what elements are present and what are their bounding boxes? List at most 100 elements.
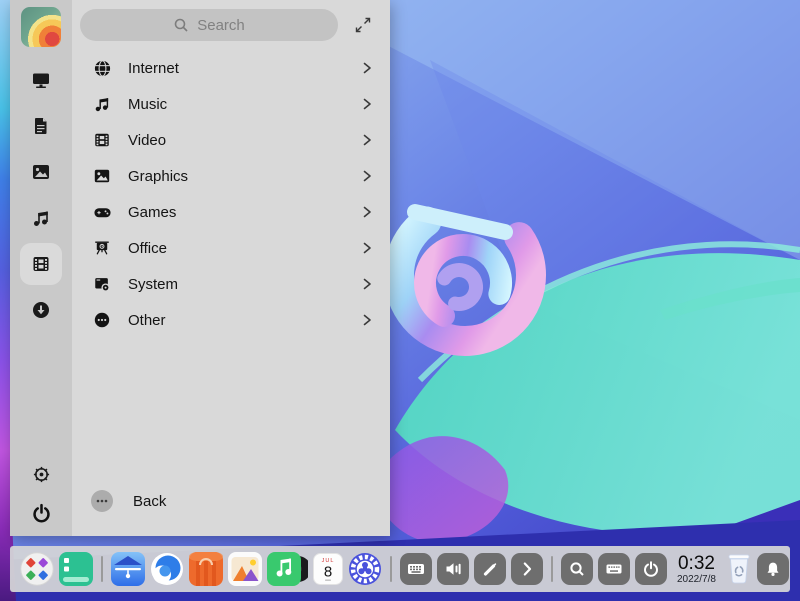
ellipsis-circle-icon (92, 310, 112, 330)
expand-icon (353, 15, 373, 35)
photos-button[interactable] (228, 552, 262, 586)
file-manager-icon (111, 552, 145, 586)
category-item-office[interactable]: Office (72, 230, 390, 266)
category-item-music[interactable]: Music (72, 86, 390, 122)
sidebar-item-computer[interactable] (20, 59, 62, 101)
launcher-settings-button[interactable] (26, 459, 56, 489)
chevron-right-icon (360, 313, 374, 327)
trash-icon (726, 554, 752, 584)
system-window-icon (92, 274, 112, 294)
browser-icon (150, 552, 184, 586)
chevron-right-icon (360, 241, 374, 255)
power-icon (642, 560, 660, 578)
search-icon (173, 17, 189, 33)
desktop: Search (0, 0, 800, 601)
chevron-right-icon (360, 169, 374, 183)
clock[interactable]: 0:32 2022/7/8 (677, 554, 716, 585)
trash-button[interactable] (726, 554, 752, 584)
category-item-games[interactable]: Games (72, 194, 390, 230)
expand-tray-button[interactable] (511, 553, 543, 585)
search-input[interactable]: Search (80, 9, 338, 41)
multitasking-view-icon (59, 552, 93, 586)
launcher-panel: Search (10, 0, 390, 536)
volume-icon (444, 560, 462, 578)
taskbar: JUL 8 (10, 546, 790, 592)
browser-button[interactable] (150, 552, 184, 586)
app-store-icon (189, 552, 223, 586)
clock-date: 2022/7/8 (677, 574, 716, 585)
globe-icon (92, 58, 112, 78)
chevron-right-icon (518, 560, 536, 578)
notifications-button[interactable] (757, 553, 789, 585)
back-button[interactable]: Back (91, 490, 166, 512)
grand-search-button[interactable] (561, 553, 593, 585)
category-item-system[interactable]: System (72, 266, 390, 302)
music-app-button[interactable] (267, 552, 308, 586)
sidebar-item-pictures[interactable] (20, 151, 62, 193)
sidebar-bottom (10, 459, 72, 536)
chevron-right-icon (360, 97, 374, 111)
launcher-button[interactable] (20, 552, 54, 586)
screen-annotation-button[interactable] (474, 553, 506, 585)
presentation-icon (92, 238, 112, 258)
document-icon (31, 116, 51, 136)
chevron-right-icon (360, 61, 374, 75)
sidebar-item-documents[interactable] (20, 105, 62, 147)
music-app-icon (267, 552, 308, 586)
category-item-graphics[interactable]: Graphics (72, 158, 390, 194)
monitor-icon (31, 70, 51, 90)
sidebar-item-downloads[interactable] (20, 289, 62, 331)
pen-icon (481, 560, 499, 578)
downloads-icon (31, 300, 51, 320)
search-placeholder: Search (197, 17, 245, 34)
calendar-button[interactable]: JUL 8 (313, 553, 343, 585)
category-label: Graphics (128, 168, 188, 185)
ellipsis-icon (91, 490, 113, 512)
bell-icon (764, 560, 782, 578)
onscreen-keyboard-icon (605, 560, 623, 578)
calendar-day: 8 (324, 564, 332, 581)
chevron-right-icon (360, 277, 374, 291)
taskbar-separator (101, 556, 103, 582)
file-manager-button[interactable] (111, 552, 145, 586)
volume-button[interactable] (437, 553, 469, 585)
sidebar-item-music[interactable] (20, 197, 62, 239)
category-item-internet[interactable]: Internet (72, 50, 390, 86)
category-item-video[interactable]: Video (72, 122, 390, 158)
chevron-right-icon (360, 133, 374, 147)
avatar[interactable] (21, 7, 61, 47)
calendar-icon: JUL 8 (313, 553, 343, 585)
category-item-other[interactable]: Other (72, 302, 390, 338)
sidebar-item-videos[interactable] (20, 243, 62, 285)
film-icon (92, 130, 112, 150)
category-label: Office (128, 240, 167, 257)
photos-icon (228, 552, 262, 586)
power-icon (31, 503, 52, 524)
multitasking-view-button[interactable] (59, 552, 93, 586)
category-label: System (128, 276, 178, 293)
defender-button[interactable] (348, 552, 382, 586)
search-row: Search (72, 0, 390, 50)
pictures-icon (31, 162, 51, 182)
clock-time: 0:32 (678, 554, 715, 574)
shutdown-button[interactable] (635, 553, 667, 585)
launcher-power-button[interactable] (26, 498, 56, 528)
film-icon (31, 254, 51, 274)
category-label: Internet (128, 60, 179, 77)
image-icon (92, 166, 112, 186)
music-note-icon (31, 208, 51, 228)
defender-icon (348, 552, 382, 586)
input-method-button[interactable] (400, 553, 432, 585)
category-label: Video (128, 132, 166, 149)
category-label: Music (128, 96, 167, 113)
onscreen-keyboard-button[interactable] (598, 553, 630, 585)
app-store-button[interactable] (189, 552, 223, 586)
settings-wheel-icon (32, 465, 51, 484)
taskbar-separator (551, 556, 553, 582)
gamepad-icon (92, 202, 112, 222)
taskbar-separator (390, 556, 392, 582)
launcher-main: Search (72, 0, 390, 536)
fullscreen-toggle-button[interactable] (350, 12, 376, 38)
search-icon (568, 560, 586, 578)
launcher-sidebar (10, 0, 72, 536)
